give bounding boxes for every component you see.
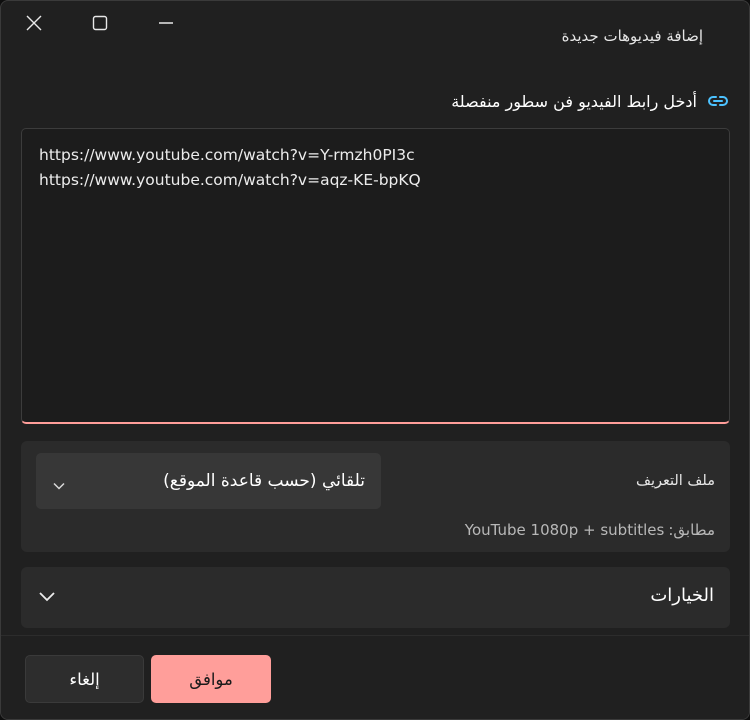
url-line: https://www.youtube.com/watch?v=aqz-KE-b… [39,171,421,189]
chevron-down-icon [38,587,56,606]
url-prompt: أدخل رابط الفيديو فن سطور منفصلة [451,89,729,113]
profile-dropdown[interactable]: تلقائي (حسب قاعدة الموقع) [36,453,381,509]
chevron-down-icon [53,475,65,494]
url-prompt-label: أدخل رابط الفيديو فن سطور منفصلة [451,91,697,111]
window-title: إضافة فيديوهات جديدة [561,27,703,45]
maximize-icon [92,15,108,31]
match-prefix: مطابق: [668,521,715,539]
minimize-icon [159,22,173,24]
profile-card: ملف التعريف تلقائي (حسب قاعدة الموقع) مط… [21,441,730,552]
url-line: https://www.youtube.com/watch?v=Y-rmzh0P… [39,146,415,164]
dialog-footer: موافق إلغاء [1,635,749,719]
minimize-button[interactable] [146,5,186,41]
title-bar: إضافة فيديوهات جديدة [1,1,749,51]
profile-selected-value: تلقائي (حسب قاعدة الموقع) [163,471,365,491]
match-value: YouTube 1080p + subtitles [464,521,665,539]
cancel-button[interactable]: إلغاء [25,655,144,703]
options-label: الخيارات [650,585,714,606]
profile-label: ملف التعريف [635,473,715,489]
profile-match: مطابق: YouTube 1080p + subtitles [465,521,715,539]
ok-button[interactable]: موافق [151,655,271,703]
close-button[interactable] [14,5,54,41]
url-input[interactable]: https://www.youtube.com/watch?v=Y-rmzh0P… [21,128,730,424]
maximize-button[interactable] [80,5,120,41]
add-videos-dialog: إضافة فيديوهات جديدة أدخل رابط الفيديو ف… [0,0,750,720]
close-icon [26,15,42,31]
link-icon [708,96,728,106]
options-expander[interactable]: الخيارات [21,567,730,628]
